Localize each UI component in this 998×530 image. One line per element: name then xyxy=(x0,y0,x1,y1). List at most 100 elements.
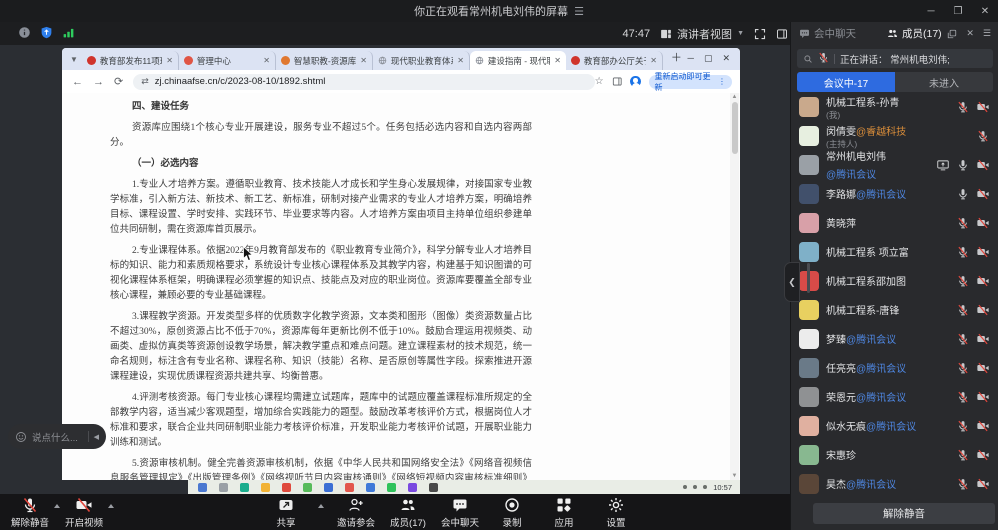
muted-mic-icon[interactable] xyxy=(957,420,969,432)
taskbar-app-icon[interactable] xyxy=(261,483,270,492)
camera-off-icon[interactable] xyxy=(977,159,989,171)
muted-mic-icon[interactable] xyxy=(957,246,969,258)
taskbar-app-icon[interactable] xyxy=(324,483,333,492)
taskbar-app-icon[interactable] xyxy=(240,483,249,492)
scroll-down-icon[interactable]: ▼ xyxy=(730,473,739,479)
participant-row[interactable]: 昊杰@腾讯会议 xyxy=(791,469,998,498)
meeting-info-icon[interactable] xyxy=(18,26,31,39)
search-icon[interactable] xyxy=(803,54,813,64)
taskbar-app-icon[interactable] xyxy=(303,483,312,492)
tab-members[interactable]: 成员(17) xyxy=(887,26,942,41)
muted-mic-icon[interactable] xyxy=(957,304,969,316)
members-button[interactable]: 成员(17) xyxy=(388,496,428,529)
site-settings-icon[interactable]: ⇄ xyxy=(141,76,149,87)
browser-tab[interactable]: 管理中心 ✕ xyxy=(179,51,276,70)
participant-row[interactable]: 机械工程系-唐锋 xyxy=(791,295,998,324)
mic-on-icon[interactable] xyxy=(957,188,969,200)
camera-off-icon[interactable] xyxy=(977,217,989,229)
participant-row[interactable]: 常州机电刘伟@腾讯会议 xyxy=(791,150,998,179)
smiley-icon[interactable] xyxy=(15,431,27,443)
fullscreen-icon[interactable] xyxy=(754,28,766,40)
tab-chat[interactable]: 会中聊天 xyxy=(799,26,856,41)
participant-row[interactable]: 机械工程系-孙青 (我) xyxy=(791,92,998,121)
record-button[interactable]: 录制 xyxy=(492,496,532,529)
minimize-button[interactable]: ─ xyxy=(922,6,940,17)
tab-close-icon[interactable]: ✕ xyxy=(360,56,367,65)
browser-profile-icon[interactable] xyxy=(630,76,640,87)
mic-muted-button[interactable]: 解除静音 xyxy=(10,496,50,529)
scrollbar-thumb[interactable] xyxy=(732,102,738,154)
camera-off-icon[interactable] xyxy=(977,391,989,403)
tab-search-chevron-icon[interactable]: ▼ xyxy=(70,55,78,64)
bookmark-star-icon[interactable]: ☆ xyxy=(595,76,604,87)
maximize-button[interactable]: ❐ xyxy=(949,6,967,17)
browser-tab[interactable]: 建设指南 - 现代职业教 ✕ xyxy=(470,51,566,70)
unmute-button[interactable]: 解除静音 xyxy=(813,503,995,524)
tab-close-icon[interactable]: ✕ xyxy=(457,56,464,65)
taskbar-app-icon[interactable] xyxy=(366,483,375,492)
muted-mic-icon[interactable] xyxy=(957,478,969,490)
tab-in-meeting[interactable]: 会议中-17 xyxy=(797,72,895,92)
taskbar-app-icon[interactable] xyxy=(408,483,417,492)
protection-shield-icon[interactable] xyxy=(40,26,53,39)
kebab-menu-icon[interactable]: ⋮ xyxy=(718,77,726,86)
chat-button[interactable]: 会中聊天 xyxy=(440,496,480,529)
muted-mic-icon[interactable] xyxy=(957,449,969,461)
chrome-update-chip[interactable]: 重新启动即可更新 ⋮ xyxy=(649,75,733,89)
panel-menu-icon[interactable]: ☰ xyxy=(983,28,991,39)
camera-off-icon[interactable] xyxy=(977,478,989,490)
browser-tab[interactable]: 智慧职教-资源库 ✕ xyxy=(276,51,373,70)
apps-button[interactable]: 应用 xyxy=(544,496,584,529)
camera-off-icon[interactable] xyxy=(977,304,989,316)
forward-icon[interactable]: → xyxy=(93,76,104,88)
browser-minimize-button[interactable]: ─ xyxy=(688,53,694,64)
muted-mic-icon[interactable] xyxy=(957,391,969,403)
taskbar-app-icon[interactable] xyxy=(282,483,291,492)
taskbar-app-icon[interactable] xyxy=(198,483,207,492)
participant-row[interactable]: 荣恩元@腾讯会议 xyxy=(791,382,998,411)
title-menu-icon[interactable]: ☰ xyxy=(574,5,584,18)
participant-row[interactable]: 宋惠珍 xyxy=(791,440,998,469)
participant-row[interactable]: 机械工程系 项立富 xyxy=(791,237,998,266)
participant-row[interactable]: 黄晓萍 xyxy=(791,208,998,237)
page-scrollbar[interactable]: ▲ ▼ xyxy=(730,93,739,480)
taskbar-app-icon[interactable] xyxy=(345,483,354,492)
camera-off-icon[interactable] xyxy=(977,101,989,113)
view-mode-selector[interactable]: 演讲者视图 ▼ xyxy=(660,26,744,42)
new-tab-button[interactable]: ＋ xyxy=(671,49,682,65)
browser-close-button[interactable]: ✕ xyxy=(722,53,730,64)
reload-icon[interactable]: ⟳ xyxy=(114,75,123,88)
taskbar-app-icon[interactable] xyxy=(429,483,438,492)
browser-tab[interactable]: 现代职业教育体系改革 ✕ xyxy=(373,51,470,70)
back-icon[interactable]: ← xyxy=(72,76,83,88)
side-panel-toggle-icon[interactable] xyxy=(776,28,788,40)
cam-off-button[interactable]: 开启视频 xyxy=(64,496,104,529)
scroll-up-icon[interactable]: ▲ xyxy=(730,94,739,100)
participant-row[interactable]: 机械工程系邵加图 xyxy=(791,266,998,295)
taskbar-app-icon[interactable] xyxy=(387,483,396,492)
muted-mic-icon[interactable] xyxy=(977,130,989,142)
close-button[interactable]: ✕ xyxy=(976,6,994,17)
panel-close-icon[interactable]: ✕ xyxy=(966,28,974,39)
camera-off-icon[interactable] xyxy=(977,449,989,461)
muted-mic-icon[interactable] xyxy=(957,333,969,345)
popout-icon[interactable] xyxy=(947,29,957,39)
muted-mic-icon[interactable] xyxy=(957,217,969,229)
invite-button[interactable]: 邀请参会 xyxy=(336,496,376,529)
quick-message-bubble[interactable]: 说点什么... ◀ xyxy=(8,424,106,449)
tab-not-joined[interactable]: 未进入 xyxy=(895,72,993,92)
tab-close-icon[interactable]: ✕ xyxy=(554,56,561,65)
participant-row[interactable]: 似水无痕@腾讯会议 xyxy=(791,411,998,440)
collapse-left-icon[interactable]: ◀ xyxy=(94,433,99,441)
camera-off-icon[interactable] xyxy=(977,362,989,374)
panel-scrollbar-thumb[interactable] xyxy=(807,263,810,293)
camera-off-icon[interactable] xyxy=(977,333,989,345)
tab-close-icon[interactable]: ✕ xyxy=(166,56,173,65)
participant-row[interactable]: 梦臻@腾讯会议 xyxy=(791,324,998,353)
muted-mic-icon[interactable] xyxy=(957,362,969,374)
camera-off-icon[interactable] xyxy=(977,188,989,200)
browser-tab[interactable]: 教育部发布11项现代职 ✕ xyxy=(82,51,179,70)
browser-maximize-button[interactable]: ▢ xyxy=(704,53,713,64)
taskbar-app-icon[interactable] xyxy=(219,483,228,492)
camera-off-icon[interactable] xyxy=(977,275,989,287)
